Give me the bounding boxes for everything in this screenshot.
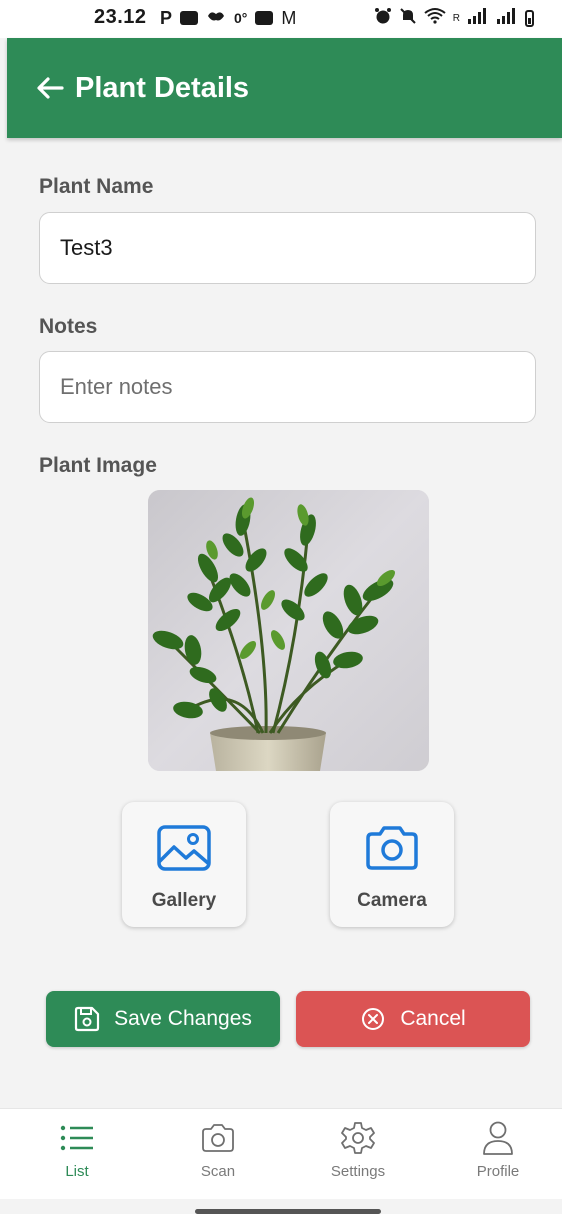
nav-label-list: List [65,1163,89,1180]
notes-label: Notes [39,315,98,338]
camera-button[interactable]: Camera [330,802,454,927]
battery-icon [525,9,534,27]
nav-item-settings[interactable]: Settings [298,1109,418,1199]
back-arrow-icon[interactable] [35,73,65,103]
plant-name-input[interactable] [39,212,536,284]
image-icon [155,822,213,874]
nav-label-profile: Profile [476,1163,520,1180]
camera-label: Camera [357,890,427,911]
plant-photo [148,490,429,771]
mute-icon [399,7,417,30]
list-icon [58,1119,96,1157]
alarm-icon [374,7,392,30]
person-icon [479,1119,517,1157]
cancel-button[interactable]: Cancel [296,991,530,1047]
signal-icon [467,7,489,29]
save-icon [74,1006,100,1032]
roaming-mark: R [452,12,460,24]
linkedin-icon [255,11,274,25]
plant-name-label: Plant Name [39,175,154,198]
nav-item-profile[interactable]: Profile [438,1109,558,1199]
save-changes-label: Save Changes [114,1007,252,1030]
signal-icon [496,7,518,29]
gallery-button[interactable]: Gallery [122,802,246,927]
temperature-icon: 0° [234,10,248,26]
nav-label-scan: Scan [200,1163,236,1180]
notes-input[interactable] [39,351,536,423]
bird-icon [206,8,226,29]
status-time: 23.12 [94,6,147,28]
cancel-circle-icon [360,1006,386,1032]
camera-icon [363,822,421,874]
plant-image-label: Plant Image [39,454,157,477]
notification-icons: P 0° M [160,6,296,30]
save-changes-button[interactable]: Save Changes [46,991,280,1047]
bottom-navigation: List Scan Settings Profile [0,1108,562,1199]
gmail-icon: M [281,7,297,28]
plant-illustration [148,490,429,771]
cancel-label: Cancel [400,1007,466,1030]
wifi-icon [424,7,446,30]
gallery-label: Gallery [151,890,217,911]
youtube-icon [180,11,199,25]
home-indicator[interactable] [195,1209,381,1214]
gear-icon [339,1119,377,1157]
system-icons: R [374,6,534,30]
nav-label-settings: Settings [330,1163,386,1180]
camera-icon [199,1119,237,1157]
nav-item-scan[interactable]: Scan [158,1109,278,1199]
app-bar: Plant Details [7,38,562,138]
p-icon: P [160,7,173,28]
status-bar: 23.12 P 0° M R [0,0,562,38]
page-title: Plant Details [75,71,250,104]
nav-item-list[interactable]: List [17,1109,137,1199]
plant-details-screen: 23.12 P 0° M R Plant Details Plant Name … [0,0,562,1214]
